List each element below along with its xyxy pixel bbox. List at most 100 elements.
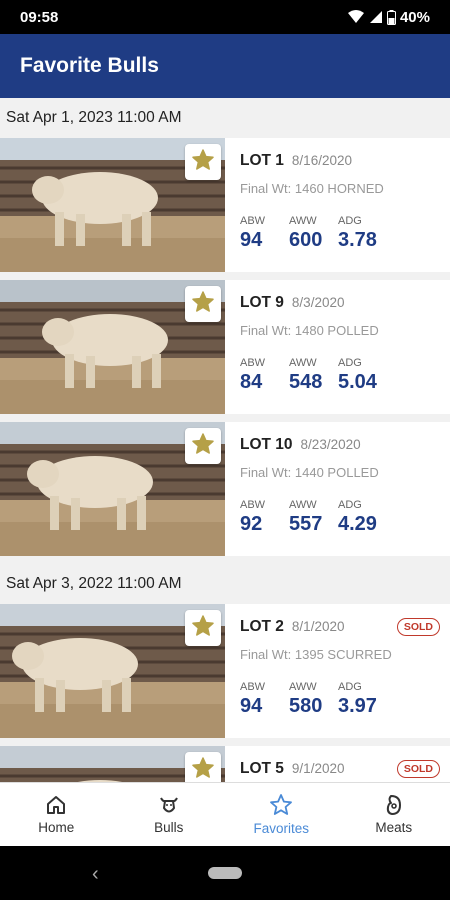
stat-value: 94 xyxy=(240,695,263,717)
lot-number: LOT 5 xyxy=(240,760,284,777)
lot-weight-line: Final Wt: 1440 POLLED xyxy=(240,465,379,480)
lot-weight-line: Final Wt: 1480 POLLED xyxy=(240,323,379,338)
stat-value: 94 xyxy=(240,229,263,251)
stat-label: ABW xyxy=(240,215,266,227)
lot-birth-date: 8/1/2020 xyxy=(291,619,345,634)
lot-stats: ABW 94 AWW 580 ADG 3.97 xyxy=(240,681,450,718)
battery-icon xyxy=(386,9,396,25)
favorites-list[interactable]: Sat Apr 1, 2023 11:00 AM LOT 1 8/16/2020… xyxy=(0,98,450,782)
lot-header: LOT 1 8/16/2020 xyxy=(240,152,450,170)
lot-header: LOT 9 8/3/2020 xyxy=(240,294,450,312)
lot-stats: ABW 92 AWW 557 ADG 4.29 xyxy=(240,499,450,536)
stat-adg: ADG 4.29 xyxy=(338,499,398,536)
status-icons: 40% xyxy=(347,9,430,26)
star-filled-icon xyxy=(191,614,215,643)
status-bar: 09:58 40% xyxy=(0,0,450,34)
section-date-header: Sat Apr 1, 2023 11:00 AM xyxy=(0,98,450,138)
app-bar: Favorite Bulls xyxy=(0,34,450,98)
lot-birth-date: 8/16/2020 xyxy=(291,153,352,168)
lot-number: LOT 9 xyxy=(240,294,284,311)
stat-value: 548 xyxy=(289,371,323,393)
lot-card[interactable]: LOT 5 9/1/2020 SOLD xyxy=(0,746,450,782)
section-date-header: Sat Apr 3, 2022 11:00 AM xyxy=(0,564,450,604)
stat-adg: ADG 3.97 xyxy=(338,681,398,718)
nav-meats[interactable]: Meats xyxy=(338,783,450,846)
home-pill[interactable] xyxy=(208,867,242,879)
bull-photo[interactable] xyxy=(0,422,225,556)
battery-percent: 40% xyxy=(399,8,430,26)
stat-value: 5.04 xyxy=(338,371,377,393)
lot-weight-line: Final Wt: 1395 SCURRED xyxy=(240,647,392,662)
lot-stats: ABW 94 AWW 600 ADG 3.78 xyxy=(240,215,450,252)
status-time: 09:58 xyxy=(20,8,59,26)
favorite-star-button[interactable] xyxy=(185,144,221,180)
stat-value: 92 xyxy=(240,513,263,535)
star-filled-icon xyxy=(191,290,215,319)
stat-label: AWW xyxy=(289,681,317,693)
back-icon[interactable]: ‹ xyxy=(92,863,99,886)
system-nav-bar: ‹ xyxy=(0,846,450,900)
stat-aww: AWW 580 xyxy=(289,681,338,718)
stat-abw: ABW 84 xyxy=(240,357,289,394)
bull-photo[interactable] xyxy=(0,138,225,272)
favorite-star-button[interactable] xyxy=(185,610,221,646)
lot-weight-line: Final Wt: 1460 HORNED xyxy=(240,181,384,196)
meat-icon xyxy=(383,794,405,816)
stat-aww: AWW 548 xyxy=(289,357,338,394)
stat-label: ADG xyxy=(338,499,362,511)
lot-info: LOT 5 9/1/2020 SOLD xyxy=(225,746,450,782)
sold-badge: SOLD xyxy=(396,618,440,636)
stat-abw: ABW 94 xyxy=(240,215,289,252)
lot-birth-date: 9/1/2020 xyxy=(291,761,345,776)
lot-stats: ABW 84 AWW 548 ADG 5.04 xyxy=(240,357,450,394)
lot-birth-date: 8/3/2020 xyxy=(291,295,345,310)
lot-info: LOT 2 8/1/2020 SOLD Final Wt: 1395 SCURR… xyxy=(225,604,450,738)
bull-photo[interactable] xyxy=(0,604,225,738)
stat-label: ABW xyxy=(240,681,266,693)
star-filled-icon xyxy=(191,148,215,177)
stat-adg: ADG 5.04 xyxy=(338,357,398,394)
favorite-star-button[interactable] xyxy=(185,428,221,464)
nav-label: Meats xyxy=(375,820,413,835)
star-filled-icon xyxy=(191,756,215,783)
favorite-star-button[interactable] xyxy=(185,752,221,782)
nav-bulls[interactable]: Bulls xyxy=(113,783,226,846)
nav-home[interactable]: Home xyxy=(0,783,113,846)
stat-value: 84 xyxy=(240,371,263,393)
stat-label: ADG xyxy=(338,681,362,693)
star-filled-icon xyxy=(191,432,215,461)
lot-card[interactable]: LOT 1 8/16/2020 Final Wt: 1460 HORNED AB… xyxy=(0,138,450,272)
stat-abw: ABW 94 xyxy=(240,681,289,718)
stat-abw: ABW 92 xyxy=(240,499,289,536)
stat-adg: ADG 3.78 xyxy=(338,215,398,252)
stat-label: AWW xyxy=(289,357,317,369)
lot-card[interactable]: LOT 10 8/23/2020 Final Wt: 1440 POLLED A… xyxy=(0,422,450,556)
stat-label: ADG xyxy=(338,215,362,227)
nav-label: Favorites xyxy=(253,821,310,836)
home-icon xyxy=(45,794,67,816)
nav-label: Bulls xyxy=(154,820,184,835)
wifi-icon xyxy=(347,10,364,23)
stat-value: 557 xyxy=(289,513,323,535)
stat-value: 600 xyxy=(289,229,323,251)
stat-value: 4.29 xyxy=(338,513,377,535)
bull-icon xyxy=(158,794,180,816)
stat-label: AWW xyxy=(289,215,317,227)
nav-favorites[interactable]: Favorites xyxy=(225,783,338,846)
stat-label: ABW xyxy=(240,499,266,511)
lot-card[interactable]: LOT 2 8/1/2020 SOLD Final Wt: 1395 SCURR… xyxy=(0,604,450,738)
stat-label: AWW xyxy=(289,499,317,511)
bull-photo[interactable] xyxy=(0,746,225,782)
favorite-star-button[interactable] xyxy=(185,286,221,322)
lot-number: LOT 2 xyxy=(240,618,284,635)
star-icon xyxy=(269,793,293,817)
nav-label: Home xyxy=(38,820,75,835)
lot-number: LOT 10 xyxy=(240,436,293,453)
stat-aww: AWW 600 xyxy=(289,215,338,252)
stat-value: 3.97 xyxy=(338,695,377,717)
stat-label: ABW xyxy=(240,357,266,369)
lot-card[interactable]: LOT 9 8/3/2020 Final Wt: 1480 POLLED ABW… xyxy=(0,280,450,414)
bottom-nav: Home Bulls Favorites Meats xyxy=(0,782,450,846)
bull-photo[interactable] xyxy=(0,280,225,414)
lot-info: LOT 10 8/23/2020 Final Wt: 1440 POLLED A… xyxy=(225,422,450,556)
